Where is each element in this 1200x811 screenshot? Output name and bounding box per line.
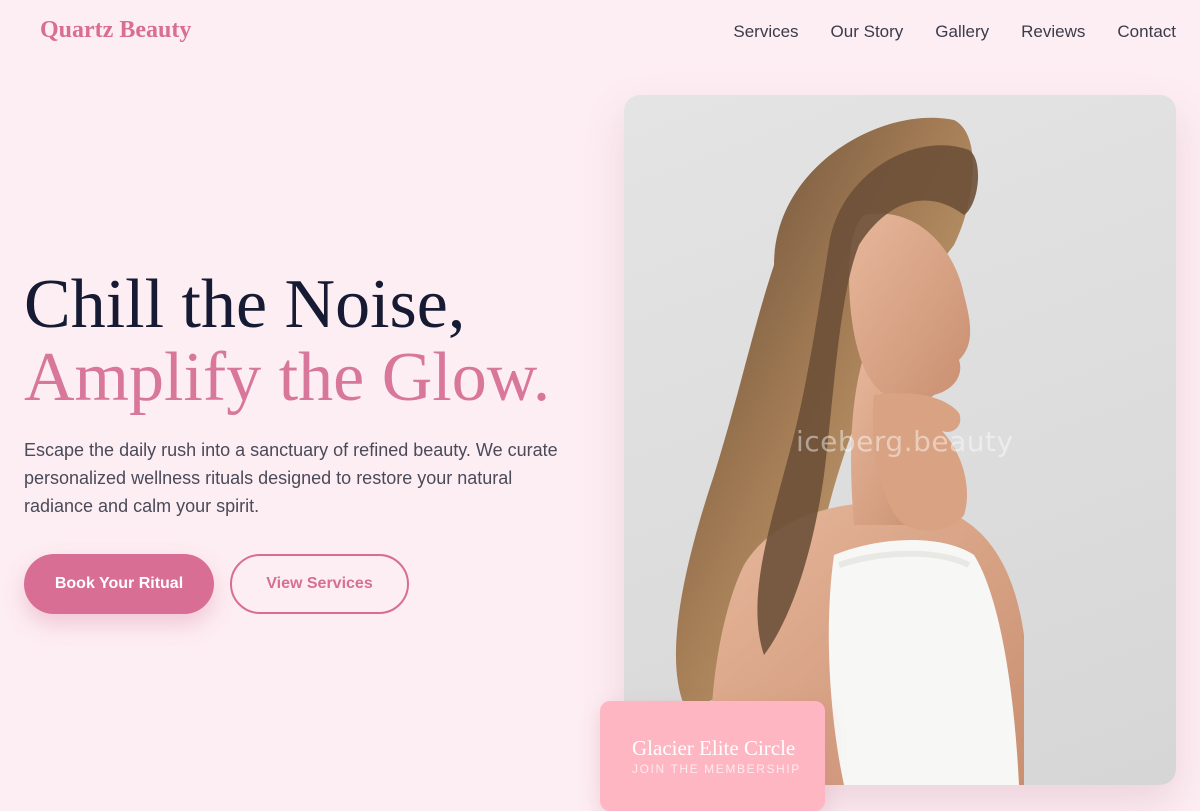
hero-cta-group: Book Your Ritual View Services [24, 554, 604, 614]
membership-subtitle: JOIN THE MEMBERSHIP [632, 762, 801, 776]
view-services-button[interactable]: View Services [230, 554, 409, 614]
image-watermark: iceberg.beauty [796, 425, 1014, 458]
brand-logo[interactable]: Quartz Beauty [40, 17, 191, 44]
nav-link-our-story[interactable]: Our Story [831, 22, 904, 42]
hero-description: Escape the daily rush into a sanctuary o… [24, 440, 558, 516]
hero-headline: Chill the Noise, Amplify the Glow. [24, 268, 604, 414]
hero-section: Chill the Noise, Amplify the Glow. Escap… [24, 268, 604, 614]
book-ritual-button[interactable]: Book Your Ritual [24, 554, 214, 614]
nav-links: Services Our Story Gallery Reviews Conta… [733, 22, 1176, 42]
top-navigation: Quartz Beauty Services Our Story Gallery… [0, 0, 1200, 64]
membership-title: Glacier Elite Circle [632, 736, 796, 760]
hero-portrait-image: iceberg.beauty [624, 95, 1176, 785]
nav-link-services[interactable]: Services [733, 22, 798, 42]
headline-line-2: Amplify the Glow. [24, 339, 551, 416]
headline-line-1: Chill the Noise, [24, 266, 466, 343]
membership-card[interactable]: Glacier Elite Circle JOIN THE MEMBERSHIP [600, 701, 825, 811]
nav-link-gallery[interactable]: Gallery [935, 22, 989, 42]
nav-link-reviews[interactable]: Reviews [1021, 22, 1085, 42]
nav-link-contact[interactable]: Contact [1117, 22, 1176, 42]
